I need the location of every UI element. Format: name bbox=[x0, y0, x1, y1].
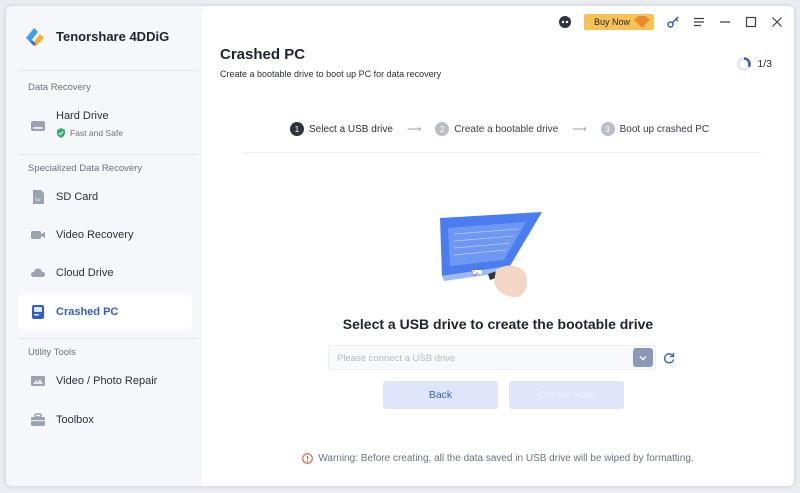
step-3: 3 Boot up crashed PC bbox=[600, 122, 710, 136]
crashed-pc-icon bbox=[32, 305, 44, 319]
step-number: 1 bbox=[290, 122, 304, 136]
stepper: 1 Select a USB drive ⟶ 2 Create a bootab… bbox=[290, 122, 709, 136]
brand-name: Tenorshare 4DDiG bbox=[56, 28, 170, 44]
section-data-recovery: Data Recovery bbox=[28, 82, 91, 93]
sidebar-item-label: Video / Photo Repair bbox=[56, 375, 158, 387]
title-bar: Buy Now bbox=[558, 14, 784, 30]
progress-ring-icon bbox=[737, 57, 752, 71]
sidebar-item-video-recovery[interactable]: Video Recovery bbox=[18, 217, 192, 253]
key-button[interactable] bbox=[666, 15, 680, 29]
sidebar-item-hard-drive[interactable]: Hard Drive Fast and Safe bbox=[18, 104, 192, 146]
toolbox-icon bbox=[31, 413, 45, 426]
app-window: Tenorshare 4DDiG Data Recovery Hard Driv… bbox=[6, 6, 794, 486]
sidebar-item-label: Toolbox bbox=[56, 414, 94, 426]
sidebar-item-video-photo-repair[interactable]: Video / Photo Repair bbox=[18, 363, 192, 399]
arrow-right-icon: ⟶ bbox=[572, 123, 587, 135]
usb-drive-select[interactable]: Please connect a USB drive bbox=[328, 345, 656, 370]
assistant-button[interactable] bbox=[558, 15, 572, 29]
diamond-icon bbox=[634, 16, 650, 28]
sidebar: Tenorshare 4DDiG Data Recovery Hard Driv… bbox=[6, 6, 202, 486]
sidebar-item-toolbox[interactable]: Toolbox bbox=[18, 402, 192, 438]
maximize-button[interactable] bbox=[744, 15, 758, 29]
sidebar-item-label: Cloud Drive bbox=[56, 267, 114, 279]
maximize-icon bbox=[745, 16, 757, 28]
menu-button[interactable] bbox=[692, 15, 706, 29]
step-label: Select a USB drive bbox=[309, 123, 393, 135]
shield-check-icon bbox=[57, 128, 65, 138]
step-progress: 1/3 bbox=[737, 57, 772, 71]
arrow-right-icon: ⟶ bbox=[406, 123, 422, 135]
sidebar-item-label: Hard Drive bbox=[56, 110, 109, 122]
logo-icon bbox=[26, 28, 44, 46]
section-specialized: Specialized Data Recovery bbox=[28, 163, 143, 174]
buy-now-label: Buy Now bbox=[593, 17, 630, 27]
warning-text: Warning: Before creating, all the data s… bbox=[318, 453, 694, 464]
menu-icon bbox=[694, 17, 704, 27]
chevron-down-icon bbox=[639, 355, 647, 360]
warning-message: Warning: Before creating, all the data s… bbox=[202, 453, 794, 464]
section-utility: Utility Tools bbox=[28, 347, 76, 358]
video-camera-icon bbox=[31, 231, 45, 239]
sidebar-divider bbox=[18, 338, 198, 339]
close-icon bbox=[772, 17, 782, 27]
sidebar-item-label: SD Card bbox=[56, 191, 99, 203]
main-heading: Select a USB drive to create the bootabl… bbox=[342, 316, 654, 332]
page-subtitle: Create a bootable drive to boot up PC fo… bbox=[220, 69, 442, 79]
step-label: Boot up crashed PC bbox=[619, 123, 710, 135]
back-button[interactable]: Back bbox=[383, 381, 498, 409]
usb-laptop-illustration bbox=[440, 212, 542, 297]
select-placeholder: Please connect a USB drive bbox=[337, 353, 456, 364]
photo-repair-icon bbox=[31, 376, 45, 386]
page-title: Crashed PC bbox=[220, 46, 306, 63]
minimize-icon bbox=[720, 21, 730, 23]
hard-drive-icon bbox=[31, 121, 45, 131]
cloud-icon bbox=[31, 268, 45, 277]
sidebar-item-label: Crashed PC bbox=[56, 306, 119, 318]
create-now-button[interactable]: Create Now bbox=[509, 381, 624, 409]
step-label: Create a bootable drive bbox=[454, 123, 559, 135]
sidebar-item-cloud-drive[interactable]: Cloud Drive bbox=[18, 255, 192, 291]
dropdown-button[interactable] bbox=[633, 348, 653, 367]
main-panel: Buy Now Crashed PC Create a bootable dri… bbox=[202, 6, 794, 486]
brand: Tenorshare 4DDiG bbox=[22, 24, 169, 48]
progress-text: 1/3 bbox=[757, 58, 772, 70]
content-divider bbox=[242, 152, 762, 153]
svg-text:SD: SD bbox=[35, 197, 41, 202]
sidebar-divider bbox=[18, 70, 198, 71]
sd-card-icon: SD bbox=[33, 190, 44, 204]
sidebar-item-label: Video Recovery bbox=[56, 229, 134, 241]
step-number: 2 bbox=[435, 122, 450, 136]
key-icon bbox=[667, 16, 679, 28]
sidebar-divider bbox=[18, 154, 198, 155]
sidebar-item-crashed-pc[interactable]: Crashed PC bbox=[18, 294, 192, 330]
sidebar-item-sd-card[interactable]: SD SD Card bbox=[18, 179, 192, 215]
hard-drive-sub: Fast and Safe bbox=[56, 128, 123, 138]
step-2: 2 Create a bootable drive bbox=[435, 122, 558, 136]
buy-now-button[interactable]: Buy Now bbox=[583, 14, 654, 30]
close-button[interactable] bbox=[770, 15, 784, 29]
warning-icon bbox=[302, 453, 314, 464]
robot-icon bbox=[558, 16, 571, 28]
minimize-button[interactable] bbox=[718, 15, 732, 29]
hard-drive-sublabel: Fast and Safe bbox=[70, 128, 123, 138]
step-1: 1 Select a USB drive bbox=[290, 122, 393, 136]
step-number: 3 bbox=[600, 122, 615, 136]
refresh-icon[interactable] bbox=[662, 351, 676, 365]
